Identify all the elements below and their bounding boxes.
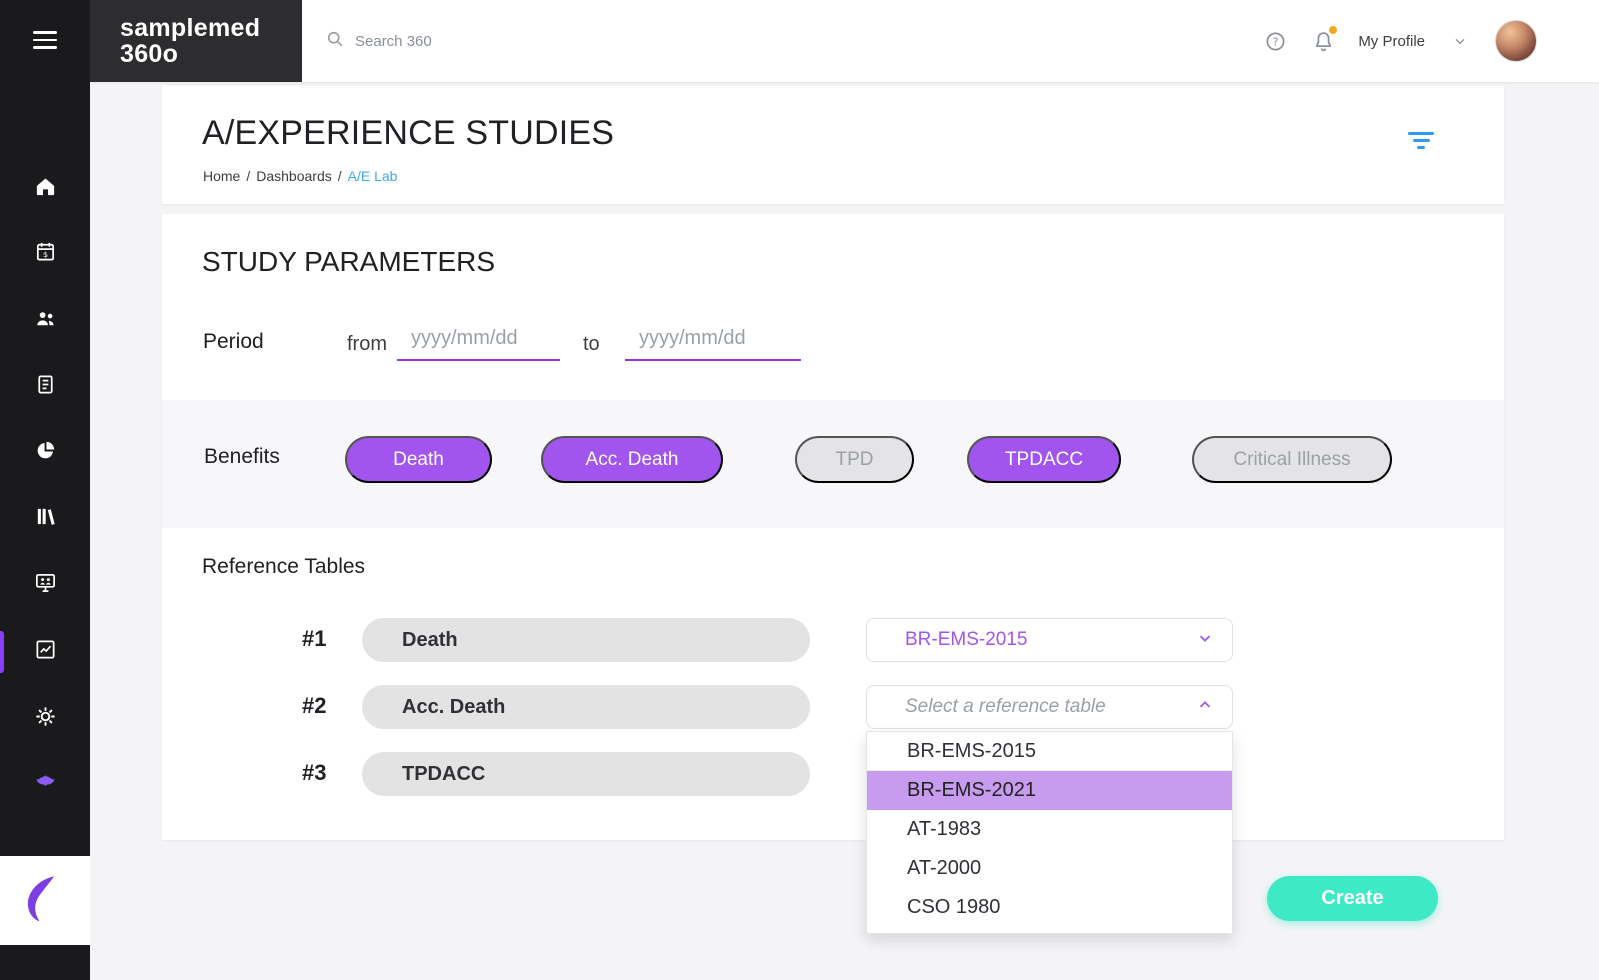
gear-icon (34, 705, 57, 733)
help-icon[interactable]: ? (1262, 28, 1288, 54)
from-label: from (347, 333, 387, 355)
benefit-toggle-death[interactable]: Death (345, 436, 492, 483)
ref-select-death[interactable]: BR-EMS-2015 (866, 618, 1233, 662)
sidebar: $ (0, 0, 90, 980)
breadcrumb: Home / Dashboards / A/E Lab (203, 168, 397, 184)
breadcrumb-current[interactable]: A/E Lab (348, 168, 398, 184)
ref-select-acc-death-placeholder: Select a reference table (905, 696, 1106, 717)
dropdown-option[interactable]: AT-2000 (867, 849, 1232, 888)
ref-benefit-pill-acc-death: Acc. Death (362, 685, 810, 729)
reference-tables-title: Reference Tables (202, 555, 366, 578)
brand-line2: 360o (120, 40, 179, 68)
ref-benefit-pill-tpdacc: TPDACC (362, 752, 810, 796)
chevron-up-icon (1196, 696, 1214, 719)
sidebar-item-bat[interactable] (0, 760, 90, 806)
training-screen-icon (34, 571, 57, 599)
breadcrumb-separator: / (246, 168, 251, 184)
pie-chart-icon (34, 439, 57, 467)
svg-text:$: $ (42, 249, 47, 259)
ref-row-index: #2 (302, 693, 327, 718)
breadcrumb-dashboards[interactable]: Dashboards (256, 168, 332, 184)
notification-dot (1329, 26, 1338, 34)
global-search (325, 0, 615, 82)
sidebar-item-documents[interactable] (0, 364, 90, 410)
profile-menu[interactable]: My Profile (1358, 33, 1425, 50)
billing-calendar-icon: $ (34, 240, 57, 268)
search-icon (325, 29, 345, 54)
search-input[interactable] (355, 32, 615, 50)
benefit-toggle-tpdacc[interactable]: TPDACC (967, 436, 1121, 483)
sidebar-footer-logo (0, 856, 90, 945)
analytics-chart-icon (34, 638, 57, 666)
page-title: A/EXPERIENCE STUDIES (202, 114, 615, 152)
breadcrumb-separator: / (337, 168, 342, 184)
ref-row-index: #3 (302, 760, 327, 785)
study-parameters-card: STUDY PARAMETERS Period from to Benefits… (162, 214, 1504, 840)
ref-row-index: #1 (302, 626, 327, 651)
sidebar-item-home[interactable] (0, 166, 90, 212)
svg-text:?: ? (1273, 36, 1279, 48)
benefit-toggle-tpd[interactable]: TPD (795, 436, 914, 483)
ref-select-death-value: BR-EMS-2015 (905, 629, 1028, 650)
home-icon (34, 175, 57, 203)
period-from-input[interactable] (397, 317, 560, 361)
chevron-down-icon[interactable] (1447, 28, 1473, 54)
filter-icon[interactable] (1406, 132, 1436, 156)
brand-line1: samplemed (120, 13, 261, 42)
reference-table-dropdown: BR-EMS-2015 BR-EMS-2021 AT-1983 AT-2000 … (866, 731, 1233, 934)
chevron-down-icon (1196, 629, 1214, 652)
sidebar-item-library[interactable] (0, 496, 90, 542)
breadcrumb-home[interactable]: Home (203, 168, 240, 184)
sidebar-item-pie[interactable] (0, 430, 90, 476)
app-logo[interactable]: samplemed 360o (90, 0, 302, 82)
sidebar-item-training[interactable] (0, 562, 90, 608)
users-icon (34, 307, 57, 335)
benefit-toggle-critical-illness[interactable]: Critical Illness (1192, 436, 1392, 483)
notifications-bell-icon[interactable] (1310, 26, 1338, 54)
brand-swoosh-icon (18, 871, 72, 930)
dropdown-option[interactable]: BR-EMS-2015 (867, 732, 1232, 771)
sidebar-item-analytics[interactable] (0, 629, 90, 675)
ref-benefit-pill-death: Death (362, 618, 810, 662)
create-button[interactable]: Create (1267, 876, 1438, 921)
page-header-card: A/EXPERIENCE STUDIES Home / Dashboards /… (162, 86, 1504, 204)
period-label: Period (203, 330, 264, 353)
period-to-input[interactable] (625, 317, 801, 361)
document-icon (34, 373, 57, 401)
header-right: ? My Profile (1262, 0, 1537, 82)
dropdown-option[interactable]: AT-1983 (867, 810, 1232, 849)
section-title: STUDY PARAMETERS (202, 246, 496, 277)
bat-icon (34, 769, 57, 797)
menu-icon[interactable] (0, 24, 90, 56)
avatar[interactable] (1495, 20, 1537, 62)
sidebar-item-settings[interactable] (0, 696, 90, 742)
sidebar-item-billing[interactable]: $ (0, 231, 90, 277)
benefits-label: Benefits (204, 445, 280, 468)
top-header: samplemed 360o ? My Profile (90, 0, 1599, 82)
ref-select-acc-death[interactable]: Select a reference table (866, 685, 1233, 729)
dropdown-option[interactable]: CSO 1980 (867, 888, 1232, 927)
dropdown-option-highlighted[interactable]: BR-EMS-2021 (867, 771, 1232, 810)
app-screen: $ samplemed 360o Search 360 ? My Profile… (0, 0, 1599, 980)
sidebar-item-users[interactable] (0, 298, 90, 344)
benefits-row: Benefits Death Acc. Death TPD TPDACC Cri… (162, 400, 1504, 528)
library-icon (34, 505, 57, 533)
to-label: to (583, 333, 600, 355)
benefit-toggle-acc-death[interactable]: Acc. Death (541, 436, 723, 483)
